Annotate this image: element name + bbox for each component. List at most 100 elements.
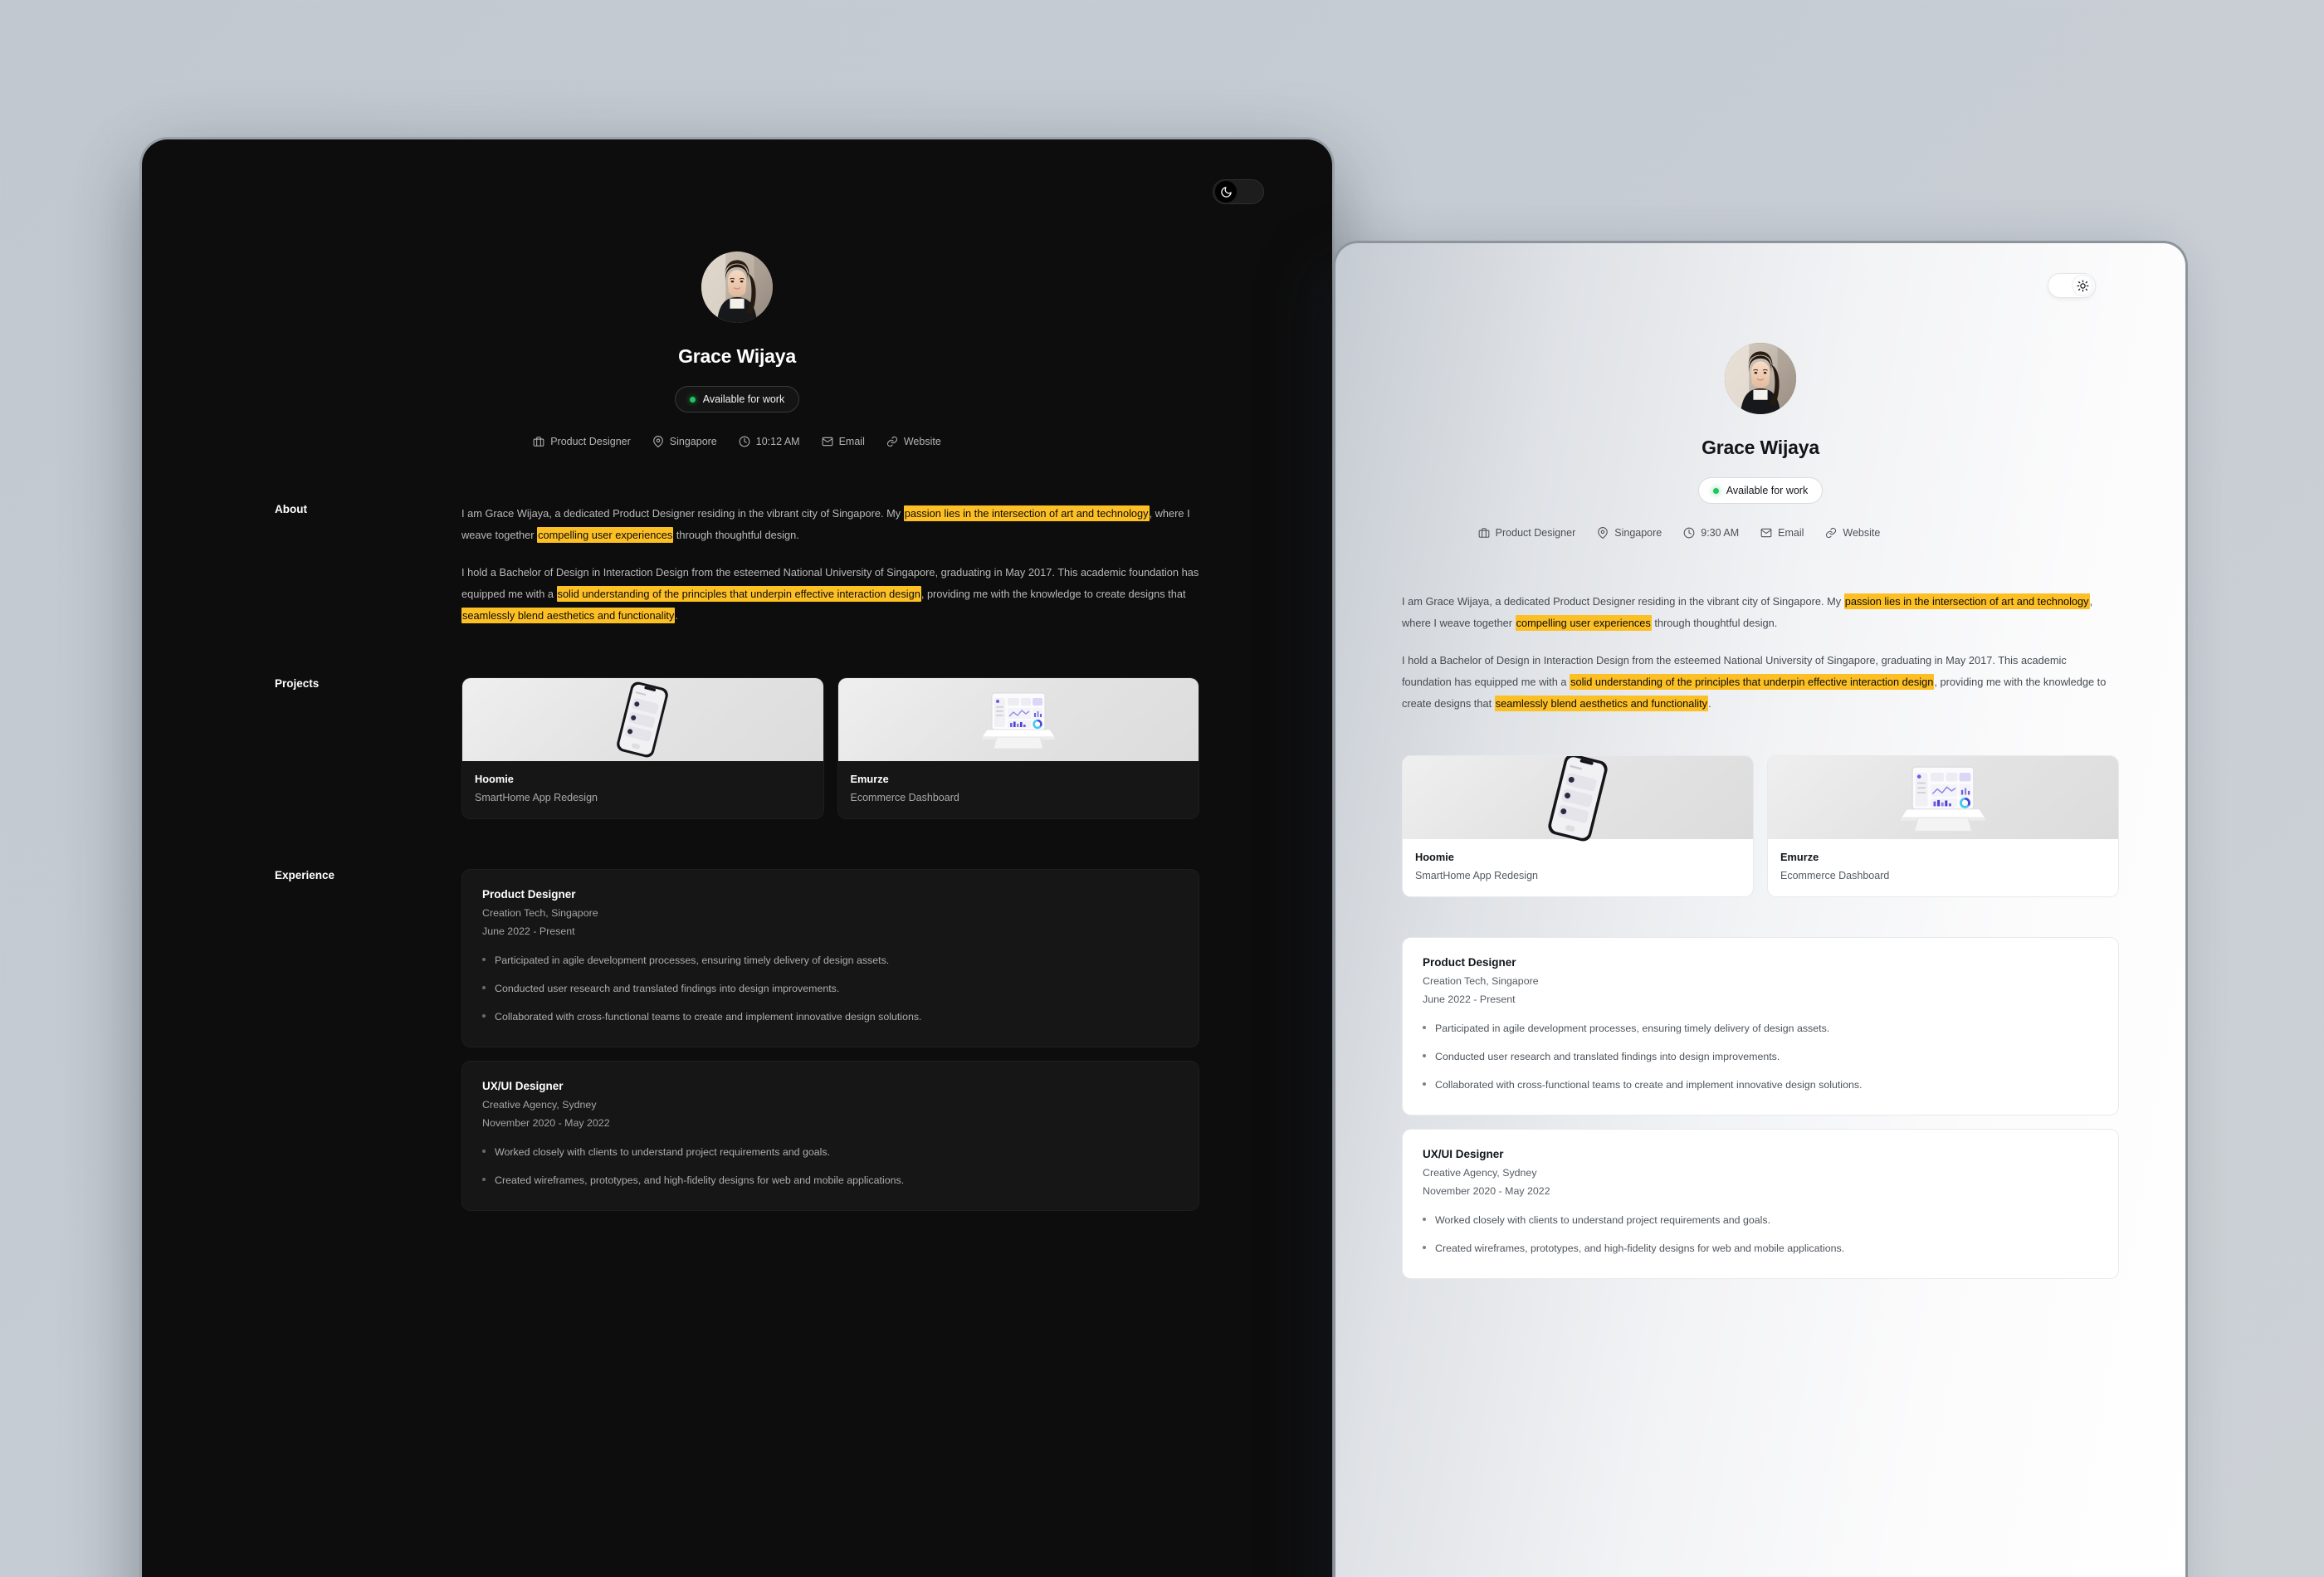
project-thumbnail-laptop <box>837 677 1199 761</box>
phone-mockup-icon <box>617 681 669 758</box>
list-item: Worked closely with clients to understan… <box>1423 1212 2098 1228</box>
highlight: solid understanding of the principles th… <box>556 586 921 603</box>
experience-role: Product Designer <box>1423 955 1516 969</box>
experience-company: Creative Agency, Sydney <box>482 1099 597 1111</box>
profile-meta-row-dark: Product Designer Singapore 10:12 AM Emai… <box>142 436 1332 447</box>
experience-bullets: Participated in agile development proces… <box>482 952 1179 1025</box>
about-paragraph-1: I am Grace Wijaya, a dedicated Product D… <box>461 505 1190 544</box>
meta-email[interactable]: Email <box>822 436 865 447</box>
meta-time: 9:30 AM <box>1683 527 1739 539</box>
experience-card: UX/UI Designer Creative Agency, Sydney N… <box>461 1061 1199 1212</box>
experience-card: Product Designer Creation Tech, Singapor… <box>1402 936 2119 1116</box>
avatar <box>1725 343 1796 414</box>
list-item: Conducted user research and translated f… <box>1423 1048 2098 1065</box>
meta-website-label: Website <box>903 436 941 447</box>
light-theme-preview-panel: Grace Wijaya Available for work Product … <box>1333 241 2188 1577</box>
project-card[interactable]: Hoomie SmartHome App Redesign <box>1402 754 1754 897</box>
experience-role: Product Designer <box>482 887 576 901</box>
status-badge: Available for work <box>1697 477 1824 504</box>
experience-bullets: Participated in agile development proces… <box>1423 1020 2098 1093</box>
briefcase-icon <box>533 437 544 447</box>
phone-mockup-icon <box>1548 755 1608 842</box>
experience-role: UX/UI Designer <box>482 1080 564 1093</box>
project-card[interactable]: Hoomie SmartHome App Redesign <box>461 676 824 819</box>
project-thumbnail-laptop <box>1768 755 2118 839</box>
experience-company: Creative Agency, Sydney <box>1423 1167 1537 1179</box>
project-subtitle: SmartHome App Redesign <box>475 791 598 803</box>
project-title: Hoomie <box>475 772 514 785</box>
meta-role: Product Designer <box>533 436 631 447</box>
highlight: solid understanding of the principles th… <box>1570 674 1935 691</box>
highlight: compelling user experiences <box>1515 615 1652 632</box>
link-icon <box>886 436 897 447</box>
experience-period: November 2020 - May 2022 <box>482 1117 610 1130</box>
meta-role: Product Designer <box>1478 527 1576 539</box>
experience-card: Product Designer Creation Tech, Singapor… <box>461 868 1199 1048</box>
about-paragraph-1: I am Grace Wijaya, a dedicated Product D… <box>1402 593 2093 632</box>
map-pin-icon <box>1598 527 1609 539</box>
project-title: Hoomie <box>1415 850 1454 863</box>
experience-period: June 2022 - Present <box>1423 993 1516 1005</box>
link-icon <box>1826 527 1837 539</box>
dark-theme-preview-panel: Grace Wijaya Available for work Product … <box>139 137 1335 1577</box>
profile-name: Grace Wijaya <box>678 345 796 367</box>
list-item: Participated in agile development proces… <box>482 952 1179 969</box>
highlight: passion lies in the intersection of art … <box>903 505 1150 521</box>
experience-period: June 2022 - Present <box>482 925 575 937</box>
experience-section: Experience Product Designer Creation Tec… <box>1402 936 2119 1280</box>
meta-email-label: Email <box>1778 527 1804 539</box>
theme-toggle-light[interactable] <box>2048 273 2096 298</box>
about-paragraph-2: I hold a Bachelor of Design in Interacti… <box>461 565 1199 624</box>
meta-time: 10:12 AM <box>739 436 800 447</box>
projects-section: Projects <box>275 676 1199 819</box>
meta-email-label: Email <box>838 436 865 447</box>
project-thumbnail-phone <box>1403 755 1753 842</box>
status-label: Available for work <box>1726 485 1809 496</box>
about-section: About I am Grace Wijaya, a dedicated Pro… <box>1402 591 2119 715</box>
project-card[interactable]: Emurze Ecommerce Dashboard <box>837 676 1199 819</box>
meta-time-label: 9:30 AM <box>1701 527 1740 539</box>
project-title: Emurze <box>850 772 889 785</box>
meta-email[interactable]: Email <box>1760 527 1804 539</box>
meta-location: Singapore <box>652 436 717 447</box>
projects-section: Projects <box>1402 754 2119 897</box>
status-badge: Available for work <box>674 386 800 413</box>
experience-company: Creation Tech, Singapore <box>482 906 598 919</box>
project-thumbnail-phone <box>462 677 823 761</box>
highlight: compelling user experiences <box>537 527 674 544</box>
about-section-label: About <box>275 503 307 515</box>
mail-icon <box>1760 528 1772 538</box>
sun-icon <box>2072 275 2093 296</box>
list-item: Participated in agile development proces… <box>1423 1020 2098 1037</box>
list-item: Worked closely with clients to understan… <box>482 1144 1179 1160</box>
status-dot-icon <box>689 396 696 403</box>
meta-role-label: Product Designer <box>550 436 631 447</box>
about-section: About I am Grace Wijaya, a dedicated Pro… <box>275 503 1199 627</box>
project-subtitle: SmartHome App Redesign <box>1415 869 1538 881</box>
list-item: Created wireframes, prototypes, and high… <box>482 1172 1179 1189</box>
project-card[interactable]: Emurze Ecommerce Dashboard <box>1767 754 2119 897</box>
projects-grid: Hoomie SmartHome App Redesign Emurze Eco… <box>1402 754 2119 897</box>
highlight: seamlessly blend aesthetics and function… <box>1494 696 1709 712</box>
clock-icon <box>739 436 750 447</box>
list-item: Collaborated with cross-functional teams… <box>1423 1077 2098 1093</box>
meta-role-label: Product Designer <box>1495 527 1576 539</box>
meta-location-label: Singapore <box>1614 527 1662 539</box>
experience-period: November 2020 - May 2022 <box>1423 1185 1550 1198</box>
theme-toggle-dark[interactable] <box>1213 179 1264 204</box>
laptop-dashboard-mockup-icon <box>980 692 1056 749</box>
about-body: I am Grace Wijaya, a dedicated Product D… <box>1402 591 2119 715</box>
dark-portfolio-page: Grace Wijaya Available for work Product … <box>142 139 1332 1577</box>
list-item: Collaborated with cross-functional teams… <box>482 1008 1179 1025</box>
meta-location: Singapore <box>1597 527 1662 539</box>
meta-website[interactable]: Website <box>886 436 941 447</box>
meta-website[interactable]: Website <box>1825 527 1880 539</box>
content-sections-light: About I am Grace Wijaya, a dedicated Pro… <box>1335 591 2185 1280</box>
about-paragraph-2: I hold a Bachelor of Design in Interacti… <box>1402 653 2107 712</box>
mail-icon <box>822 437 832 447</box>
experience-company: Creation Tech, Singapore <box>1423 974 1539 987</box>
experience-bullets: Worked closely with clients to understan… <box>482 1144 1179 1189</box>
experience-role: UX/UI Designer <box>1423 1148 1504 1161</box>
list-item: Created wireframes, prototypes, and high… <box>1423 1240 2098 1257</box>
status-dot-icon <box>1712 487 1719 494</box>
